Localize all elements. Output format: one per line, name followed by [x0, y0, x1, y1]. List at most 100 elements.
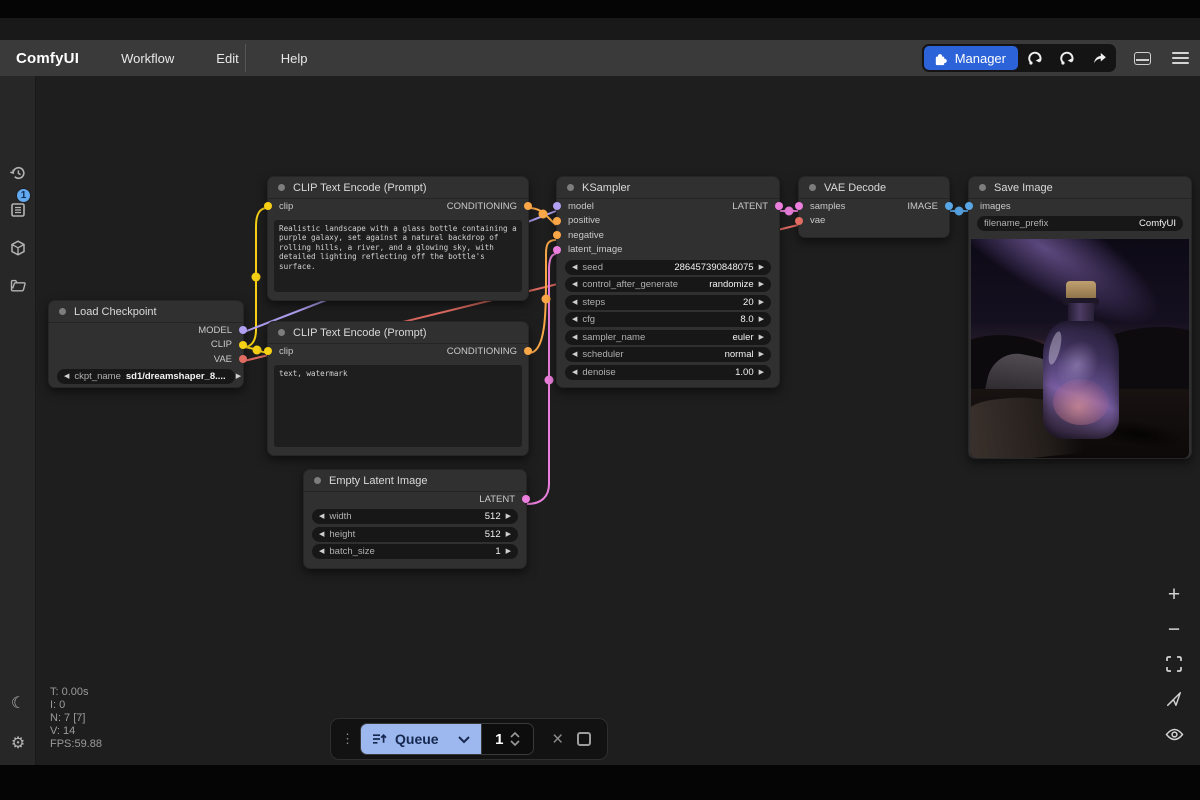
node-collapse-dot[interactable]: [59, 308, 66, 315]
manager-button[interactable]: Manager: [924, 46, 1018, 70]
zoom-out-button[interactable]: −: [1160, 615, 1188, 643]
increment-icon[interactable]: ▶: [506, 548, 511, 555]
node-title-bar[interactable]: KSampler: [557, 177, 779, 199]
increment-icon[interactable]: ▶: [236, 373, 241, 380]
node-title-bar[interactable]: CLIP Text Encode (Prompt): [268, 177, 528, 199]
history-icon[interactable]: [8, 163, 28, 183]
port-clip-out[interactable]: [239, 341, 247, 349]
decrement-icon[interactable]: ◀: [572, 299, 577, 306]
queue-button[interactable]: Queue: [361, 724, 481, 754]
decrement-icon[interactable]: ◀: [572, 351, 577, 358]
prompt-textarea[interactable]: Realistic landscape with a glass bottle …: [274, 220, 522, 292]
drag-handle-icon[interactable]: ⋮: [341, 731, 354, 747]
node-load-checkpoint[interactable]: Load Checkpoint MODEL CLIP VAE ◀ ckpt_na…: [48, 300, 244, 388]
menu-help[interactable]: Help: [281, 51, 308, 66]
node-empty-latent-image[interactable]: Empty Latent Image LATENT ◀ width 512 ▶ …: [303, 469, 527, 569]
widget-filename-prefix[interactable]: filename_prefix ComfyUI: [977, 216, 1183, 231]
settings-gear-icon[interactable]: ⚙: [8, 734, 28, 754]
port-negative-in[interactable]: [553, 231, 561, 239]
toggle-link-visibility-eye-icon[interactable]: [1160, 720, 1188, 748]
node-clip-text-encode-positive[interactable]: CLIP Text Encode (Prompt) clip CONDITION…: [267, 176, 529, 301]
increment-icon[interactable]: ▶: [759, 264, 764, 271]
widget-batch-size[interactable]: ◀ batch_size 1 ▶: [312, 544, 518, 559]
node-vae-decode[interactable]: VAE Decode samples IMAGE vae: [798, 176, 950, 238]
widget-height[interactable]: ◀ height 512 ▶: [312, 527, 518, 542]
node-title-bar[interactable]: Load Checkpoint: [49, 301, 243, 323]
workflows-icon[interactable]: [8, 275, 28, 295]
stop-icon[interactable]: [577, 732, 591, 746]
increment-icon[interactable]: ▶: [506, 531, 511, 538]
decrement-icon[interactable]: ◀: [572, 334, 577, 341]
decrement-icon[interactable]: ◀: [572, 369, 577, 376]
decrement-icon[interactable]: ◀: [319, 513, 324, 520]
node-title-bar[interactable]: CLIP Text Encode (Prompt): [268, 322, 528, 344]
node-collapse-dot[interactable]: [809, 184, 816, 191]
decrement-icon[interactable]: ◀: [319, 548, 324, 555]
restart-secondary-icon[interactable]: [1052, 46, 1082, 70]
generated-image-preview[interactable]: [971, 239, 1189, 458]
widget-denoise[interactable]: ◀ denoise 1.00 ▶: [565, 365, 771, 380]
restart-icon[interactable]: [1020, 46, 1050, 70]
zoom-in-button[interactable]: +: [1160, 580, 1188, 608]
port-images-in[interactable]: [965, 202, 973, 210]
node-save-image[interactable]: Save Image images filename_prefix ComfyU…: [968, 176, 1192, 459]
node-ksampler[interactable]: KSampler model LATENT positive negative …: [556, 176, 780, 388]
increment-icon[interactable]: ▶: [759, 281, 764, 288]
prompt-textarea[interactable]: text, watermark: [274, 365, 522, 447]
chevron-down-icon[interactable]: [457, 735, 471, 744]
widget-ckpt-name[interactable]: ◀ ckpt_name sd1/dreamshaper_8.... ▶: [57, 369, 235, 384]
port-latent-out[interactable]: [522, 495, 530, 503]
node-collapse-dot[interactable]: [567, 184, 574, 191]
increment-icon[interactable]: ▶: [759, 299, 764, 306]
port-conditioning-out[interactable]: [524, 202, 532, 210]
node-title-bar[interactable]: Empty Latent Image: [304, 470, 526, 492]
widget-scheduler[interactable]: ◀ scheduler normal ▶: [565, 347, 771, 362]
stepper-down-icon[interactable]: [510, 740, 520, 746]
port-clip-in[interactable]: [264, 202, 272, 210]
widget-width[interactable]: ◀ width 512 ▶: [312, 509, 518, 524]
port-latent-image-in[interactable]: [553, 246, 561, 254]
port-image-out[interactable]: [945, 202, 953, 210]
widget-cfg[interactable]: ◀ cfg 8.0 ▶: [565, 312, 771, 327]
decrement-icon[interactable]: ◀: [572, 264, 577, 271]
model-library-icon[interactable]: [8, 238, 28, 258]
clear-queue-icon[interactable]: ×: [552, 730, 563, 749]
increment-icon[interactable]: ▶: [506, 513, 511, 520]
port-clip-in[interactable]: [264, 347, 272, 355]
node-collapse-dot[interactable]: [979, 184, 986, 191]
increment-icon[interactable]: ▶: [759, 334, 764, 341]
pan-mode-button[interactable]: [1160, 685, 1188, 713]
port-model-out[interactable]: [239, 326, 247, 334]
increment-icon[interactable]: ▶: [759, 316, 764, 323]
decrement-icon[interactable]: ◀: [319, 531, 324, 538]
decrement-icon[interactable]: ◀: [572, 316, 577, 323]
node-collapse-dot[interactable]: [278, 184, 285, 191]
port-positive-in[interactable]: [553, 217, 561, 225]
widget-sampler-name[interactable]: ◀ sampler_name euler ▶: [565, 330, 771, 345]
port-model-in[interactable]: [553, 202, 561, 210]
decrement-icon[interactable]: ◀: [572, 281, 577, 288]
theme-toggle-moon-icon[interactable]: ☾: [8, 694, 28, 714]
fit-view-button[interactable]: [1160, 650, 1188, 678]
port-samples-in[interactable]: [795, 202, 803, 210]
increment-icon[interactable]: ▶: [759, 351, 764, 358]
menu-edit[interactable]: Edit: [216, 51, 238, 66]
node-clip-text-encode-negative[interactable]: CLIP Text Encode (Prompt) clip CONDITION…: [267, 321, 529, 456]
menu-workflow[interactable]: Workflow: [121, 51, 174, 66]
node-collapse-dot[interactable]: [314, 477, 321, 484]
node-title-bar[interactable]: VAE Decode: [799, 177, 949, 199]
port-conditioning-out[interactable]: [524, 347, 532, 355]
port-vae-in[interactable]: [795, 217, 803, 225]
batch-count-stepper[interactable]: 1: [481, 724, 534, 754]
increment-icon[interactable]: ▶: [759, 369, 764, 376]
port-latent-out[interactable]: [775, 202, 783, 210]
share-icon[interactable]: [1084, 46, 1114, 70]
node-library-icon[interactable]: [8, 200, 28, 220]
port-vae-out[interactable]: [239, 355, 247, 363]
hamburger-menu-icon[interactable]: [1168, 46, 1192, 70]
decrement-icon[interactable]: ◀: [64, 373, 69, 380]
widget-control-after-generate[interactable]: ◀ control_after_generate randomize ▶: [565, 277, 771, 292]
bottom-panel-toggle-icon[interactable]: [1130, 46, 1154, 70]
stepper-up-icon[interactable]: [510, 732, 520, 738]
widget-seed[interactable]: ◀ seed 286457390848075 ▶: [565, 260, 771, 275]
